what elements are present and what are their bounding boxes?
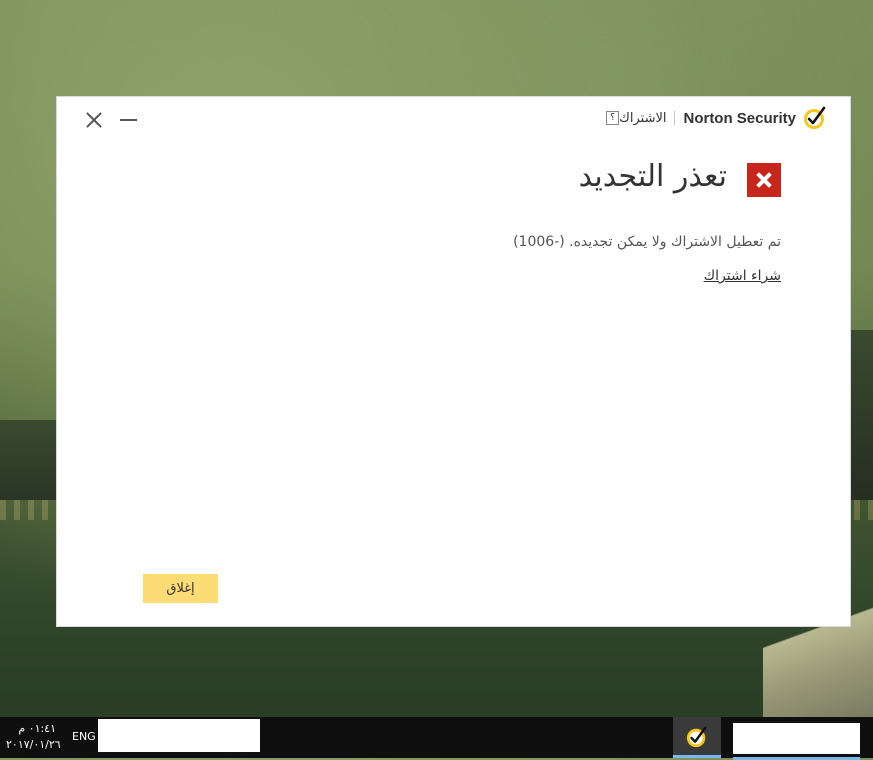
background-building-right bbox=[849, 330, 873, 500]
taskbar-app-item[interactable] bbox=[733, 723, 860, 760]
brand-name: Norton Security bbox=[683, 109, 796, 127]
norton-dialog-window: الاشتراك ؟ Norton Security تعذر التجديد … bbox=[57, 97, 850, 626]
window-close-button[interactable] bbox=[81, 107, 107, 133]
subscription-help-link[interactable]: الاشتراك ؟ bbox=[604, 111, 666, 126]
error-x-icon bbox=[747, 163, 781, 197]
dialog-title: تعذر التجديد bbox=[578, 159, 727, 194]
help-icon: ؟ bbox=[606, 111, 620, 125]
window-minimize-button[interactable] bbox=[116, 107, 142, 133]
taskbar: ٠١:٤١ م ٢٠١٧/٠١/٢٦ ENG bbox=[0, 717, 873, 760]
taskbar-search-box[interactable] bbox=[98, 719, 260, 752]
norton-logo-icon bbox=[804, 106, 826, 129]
taskbar-norton-app[interactable] bbox=[673, 717, 721, 758]
norton-taskbar-icon bbox=[686, 726, 707, 748]
taskbar-time: ٠١:٤١ م bbox=[18, 722, 56, 735]
language-indicator[interactable]: ENG bbox=[72, 730, 96, 743]
buy-subscription-link[interactable]: شراء اشتراك bbox=[704, 268, 781, 284]
title-bar-brand: الاشتراك ؟ Norton Security bbox=[604, 105, 828, 131]
taskbar-clock[interactable]: ٠١:٤١ م ٢٠١٧/٠١/٢٦ bbox=[6, 721, 61, 753]
title-separator bbox=[674, 111, 676, 125]
error-message: تم تعطيل الاشتراك ولا يمكن تجديده. (-100… bbox=[513, 234, 781, 250]
close-dialog-button[interactable]: إغلاق bbox=[143, 574, 218, 603]
taskbar-date: ٢٠١٧/٠١/٢٦ bbox=[6, 738, 61, 751]
subscription-link-label: الاشتراك bbox=[619, 110, 667, 126]
background-building-left bbox=[0, 420, 60, 500]
